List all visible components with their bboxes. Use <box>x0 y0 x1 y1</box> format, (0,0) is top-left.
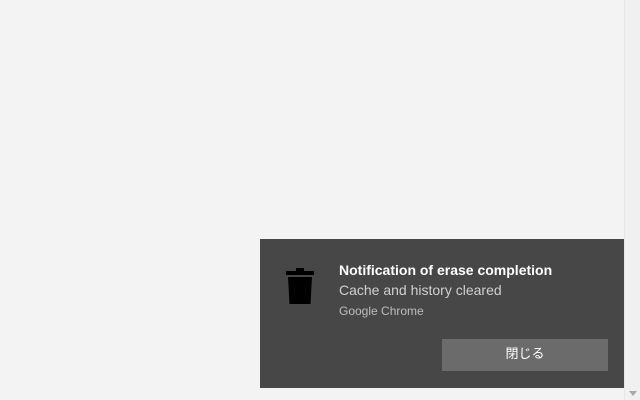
toast-notification[interactable]: Notification of erase completion Cache a… <box>260 239 624 388</box>
notification-body: Cache and history cleared <box>339 282 502 298</box>
notification-title: Notification of erase completion <box>339 262 553 278</box>
trash-icon <box>286 268 314 304</box>
scroll-down-arrow-icon[interactable] <box>629 391 637 396</box>
vertical-scrollbar[interactable] <box>624 0 640 400</box>
close-button[interactable]: 閉じる <box>442 339 608 371</box>
notification-app-name: Google Chrome <box>339 304 424 318</box>
